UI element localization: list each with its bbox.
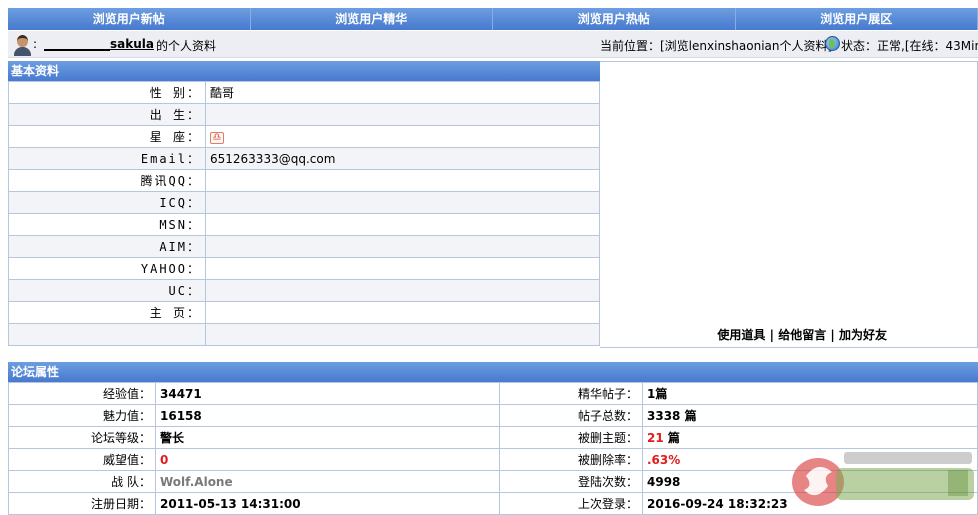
field-value xyxy=(206,192,600,214)
field-label: 登陆次数： xyxy=(500,471,643,493)
field-label: 星 座： xyxy=(9,126,206,148)
email-value: 651263333@qq.com xyxy=(206,148,600,170)
field-value xyxy=(206,258,600,280)
tab-user-gallery[interactable]: 浏览用户展区 xyxy=(736,8,978,30)
field-value: 0 xyxy=(156,449,500,471)
table-row xyxy=(9,324,600,346)
online-status-icon xyxy=(825,36,840,51)
field-label: Email： xyxy=(9,148,206,170)
libra-icon: ♎ xyxy=(210,132,224,144)
field-label: AIM： xyxy=(9,236,206,258)
field-label: 威望值： xyxy=(9,449,156,471)
leave-message-link[interactable]: 给他留言 xyxy=(778,328,826,342)
table-row: AIM： xyxy=(9,236,600,258)
field-value: 2011-05-13 14:31:00 xyxy=(156,493,500,515)
field-value xyxy=(206,214,600,236)
field-value: Wolf.Alone xyxy=(156,471,500,493)
section-title: 论坛属性 xyxy=(8,362,978,382)
table-row: MSN： xyxy=(9,214,600,236)
prestige-value: 0 xyxy=(160,453,168,467)
site-watermark-logo xyxy=(788,446,978,510)
breadcrumb: 当前位置：[浏览lenxinshaonian个人资料] xyxy=(600,37,832,54)
field-label: 上次登录： xyxy=(500,493,643,515)
profile-info-bar: : ___________sakula 的个人资料 当前位置：[浏览lenxin… xyxy=(8,31,978,58)
field-value: 3338 篇 xyxy=(643,405,978,427)
field-label: ICQ： xyxy=(9,192,206,214)
unit-label: 篇 xyxy=(664,431,680,445)
username-link[interactable]: ___________sakula xyxy=(44,37,154,51)
field-label: 经验值： xyxy=(9,383,156,405)
deletion-rate: .63% xyxy=(647,453,680,467)
field-label: 注册日期： xyxy=(9,493,156,515)
field-label: 论坛等级： xyxy=(9,427,156,449)
table-row: Email：651263333@qq.com xyxy=(9,148,600,170)
field-value xyxy=(206,324,600,346)
table-row: ICQ： xyxy=(9,192,600,214)
table-row: UC： xyxy=(9,280,600,302)
separator: | xyxy=(830,328,834,342)
field-label: 精华帖子： xyxy=(500,383,643,405)
field-label: 出 生： xyxy=(9,104,206,126)
table-row: 性 别：酷哥 xyxy=(9,82,600,104)
section-title: 基本资料 xyxy=(8,61,600,81)
field-value: 34471 xyxy=(156,383,500,405)
field-value: 酷哥 xyxy=(206,82,600,104)
field-label: 被删主题： xyxy=(500,427,643,449)
colon-label: : xyxy=(33,37,37,51)
basic-info-section: 基本资料 性 别：酷哥 出 生： 星 座： ♎ Email：651263333@q… xyxy=(8,61,600,346)
use-item-link[interactable]: 使用道具 xyxy=(717,328,765,342)
tab-user-new-posts[interactable]: 浏览用户新帖 xyxy=(8,8,251,30)
table-row: 星 座： ♎ xyxy=(9,126,600,148)
status-text: 状态：正常,[在线：43Min xyxy=(841,37,978,54)
tab-user-hot-posts[interactable]: 浏览用户热帖 xyxy=(493,8,736,30)
field-label: MSN： xyxy=(9,214,206,236)
table-row: 主 页： xyxy=(9,302,600,324)
field-label: YAHOO： xyxy=(9,258,206,280)
field-value: 警长 xyxy=(156,427,500,449)
field-label: 腾讯QQ： xyxy=(9,170,206,192)
profile-side-panel: 使用道具 | 给他留言 | 加为好友 xyxy=(600,61,978,348)
field-value xyxy=(206,280,600,302)
table-row: 腾讯QQ： xyxy=(9,170,600,192)
top-navigation: 浏览用户新帖 浏览用户精华 浏览用户热帖 浏览用户展区 xyxy=(8,8,978,30)
field-value xyxy=(206,104,600,126)
field-label: 魅力值： xyxy=(9,405,156,427)
field-value xyxy=(206,236,600,258)
homepage-value xyxy=(206,302,600,324)
table-row: 出 生： xyxy=(9,104,600,126)
field-label: 帖子总数： xyxy=(500,405,643,427)
profile-actions: 使用道具 | 给他留言 | 加为好友 xyxy=(717,326,887,343)
table-row: YAHOO： xyxy=(9,258,600,280)
username-suffix: 的个人资料 xyxy=(156,37,216,54)
table-row: 魅力值： 16158 帖子总数： 3338 篇 xyxy=(9,405,978,427)
field-value: 16158 xyxy=(156,405,500,427)
table-row: 经验值： 34471 精华帖子： 1篇 xyxy=(9,383,978,405)
field-label xyxy=(9,324,206,346)
add-friend-link[interactable]: 加为好友 xyxy=(839,328,887,342)
field-value: ♎ xyxy=(206,126,600,148)
field-value: 1篇 xyxy=(643,383,978,405)
field-label: UC： xyxy=(9,280,206,302)
basic-info-table: 性 别：酷哥 出 生： 星 座： ♎ Email：651263333@qq.com… xyxy=(8,81,600,346)
field-label: 被删除率： xyxy=(500,449,643,471)
field-label: 战 队： xyxy=(9,471,156,493)
avatar-icon xyxy=(14,34,31,56)
team-link[interactable]: Wolf.Alone xyxy=(160,475,233,489)
separator: | xyxy=(770,328,774,342)
field-label: 性 别： xyxy=(9,82,206,104)
deleted-topics-count: 21 xyxy=(647,431,664,445)
field-label: 主 页： xyxy=(9,302,206,324)
field-value xyxy=(206,170,600,192)
tab-user-essence[interactable]: 浏览用户精华 xyxy=(251,8,494,30)
